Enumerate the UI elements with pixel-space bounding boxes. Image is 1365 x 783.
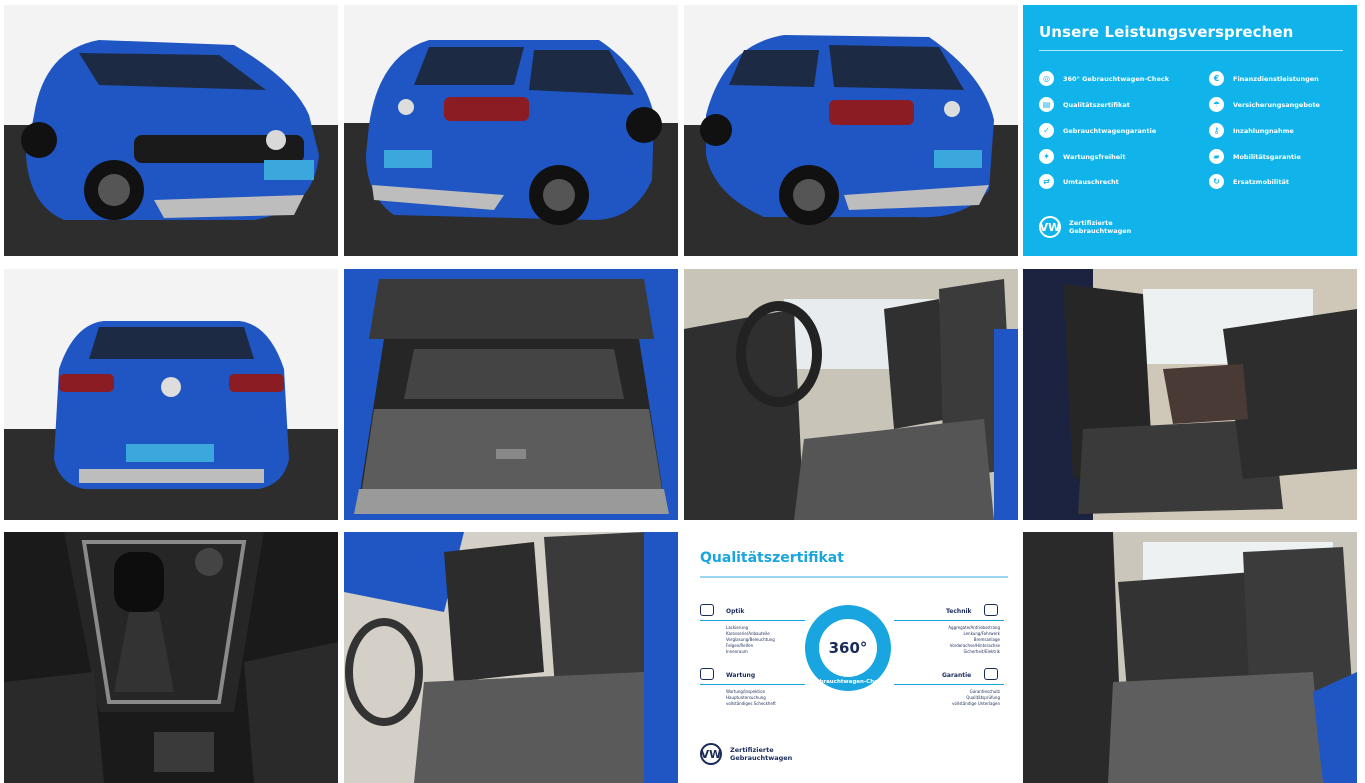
divider [700, 620, 805, 621]
section-garantie-heading: Garantie [942, 672, 972, 679]
front-seats-driver-side-icon [684, 269, 1018, 520]
promise-card-title: Unsere Leistungsversprechen [1039, 23, 1294, 41]
photo-car-rear-left[interactable] [684, 5, 1018, 256]
photo-trunk[interactable] [344, 269, 678, 520]
trunk-icon [344, 269, 678, 520]
brand-line-1: Zertifizierte [730, 746, 774, 754]
section-optik-heading: Optik [726, 608, 745, 615]
divider [894, 684, 1004, 685]
exchange-icon: ⇄ [1039, 174, 1054, 189]
check-360-ring-label: Gebrauchtwagen-Check [811, 679, 885, 685]
shield-icon [984, 668, 998, 680]
gear-shifter-icon [4, 532, 338, 783]
divider [894, 620, 1004, 621]
promise-card[interactable]: Unsere Leistungsversprechen ◎ 360° Gebra… [1023, 5, 1357, 256]
vw-logo-icon: VW [1039, 216, 1061, 238]
vw-brand-mark: VW Zertifizierte Gebrauchtwagen [700, 743, 792, 765]
promise-item-warranty: ✓ Gebrauchtwagengarantie [1039, 123, 1156, 138]
photo-car-rear[interactable] [4, 269, 338, 520]
photo-gear-shifter[interactable] [4, 532, 338, 783]
shield-check-icon: ✓ [1039, 123, 1054, 138]
photo-front-seats[interactable] [344, 532, 678, 783]
vw-logo-icon: VW [700, 743, 722, 765]
divider [700, 684, 805, 685]
promise-item-mobility: ▰ Mobilitätsgarantie [1209, 149, 1301, 164]
car-rear-left-icon [684, 5, 1018, 256]
section-garantie-list: Garantieschutz Qualitätsprüfung vollstän… [952, 689, 1000, 706]
vw-brand-mark: VW Zertifizierte Gebrauchtwagen [1039, 216, 1131, 238]
promise-item-maintenance: ✦ Wartungsfreiheit [1039, 149, 1125, 164]
brand-line-2: Gebrauchtwagen [730, 754, 793, 762]
front-seats-icon [344, 532, 678, 783]
replacement-car-icon: ↻ [1209, 174, 1224, 189]
photo-car-rear-three-quarter[interactable] [344, 5, 678, 256]
divider [1039, 50, 1343, 51]
promise-item-finance: € Finanzdienstleistungen [1209, 71, 1319, 86]
photo-rear-seats[interactable] [1023, 532, 1357, 783]
check-360-label: 360° [819, 619, 877, 677]
section-technik-list: Aggregate/Antriebsstrang Lenkung/Fahrwer… [948, 625, 1000, 654]
certificate-title: Qualitätszertifikat [700, 550, 844, 566]
wrench-icon [700, 668, 714, 680]
rear-seats-icon [1023, 532, 1357, 783]
section-wartung-list: Wartung/Inspektion Hauptuntersuchung vol… [726, 689, 776, 706]
section-optik-list: Lackierung Karosserie/Anbauteile Verglas… [726, 625, 775, 654]
front-seats-passenger-side-icon [1023, 269, 1357, 520]
tools-icon [984, 604, 998, 616]
promise-item-exchange: ⇄ Umtauschrecht [1039, 174, 1119, 189]
key-icon: ⚷ [1209, 123, 1224, 138]
car-icon: ▰ [1209, 149, 1224, 164]
section-wartung-heading: Wartung [726, 672, 756, 679]
section-technik-heading: Technik [946, 608, 972, 615]
certificate-icon: ▤ [1039, 97, 1054, 112]
photo-front-seats-driver-side[interactable] [684, 269, 1018, 520]
check-360-icon: ◎ [1039, 71, 1054, 86]
promise-item-360-check: ◎ 360° Gebrauchtwagen-Check [1039, 71, 1169, 86]
car-rear-three-quarter-icon [344, 5, 678, 256]
promise-item-replacement: ↻ Ersatzmobilität [1209, 174, 1289, 189]
brand-line-1: Zertifizierte [1069, 219, 1113, 227]
divider [700, 576, 1008, 578]
photo-front-seats-passenger-side[interactable] [1023, 269, 1357, 520]
paint-icon [700, 604, 714, 616]
check-360-badge: 360° Gebrauchtwagen-Check [805, 605, 891, 691]
car-rear-icon [4, 269, 338, 520]
photo-car-front-three-quarter[interactable] [4, 5, 338, 256]
promise-item-quality: ▤ Qualitätszertifikat [1039, 97, 1130, 112]
wrench-icon: ✦ [1039, 149, 1054, 164]
insurance-icon: ☂ [1209, 97, 1224, 112]
promise-item-insurance: ☂ Versicherungsangebote [1209, 97, 1320, 112]
certificate-card[interactable]: Qualitätszertifikat Optik Lackierung Kar… [684, 532, 1018, 783]
brand-line-2: Gebrauchtwagen [1069, 227, 1132, 235]
finance-icon: € [1209, 71, 1224, 86]
promise-item-tradein: ⚷ Inzahlungnahme [1209, 123, 1294, 138]
car-front-three-quarter-icon [4, 5, 338, 256]
